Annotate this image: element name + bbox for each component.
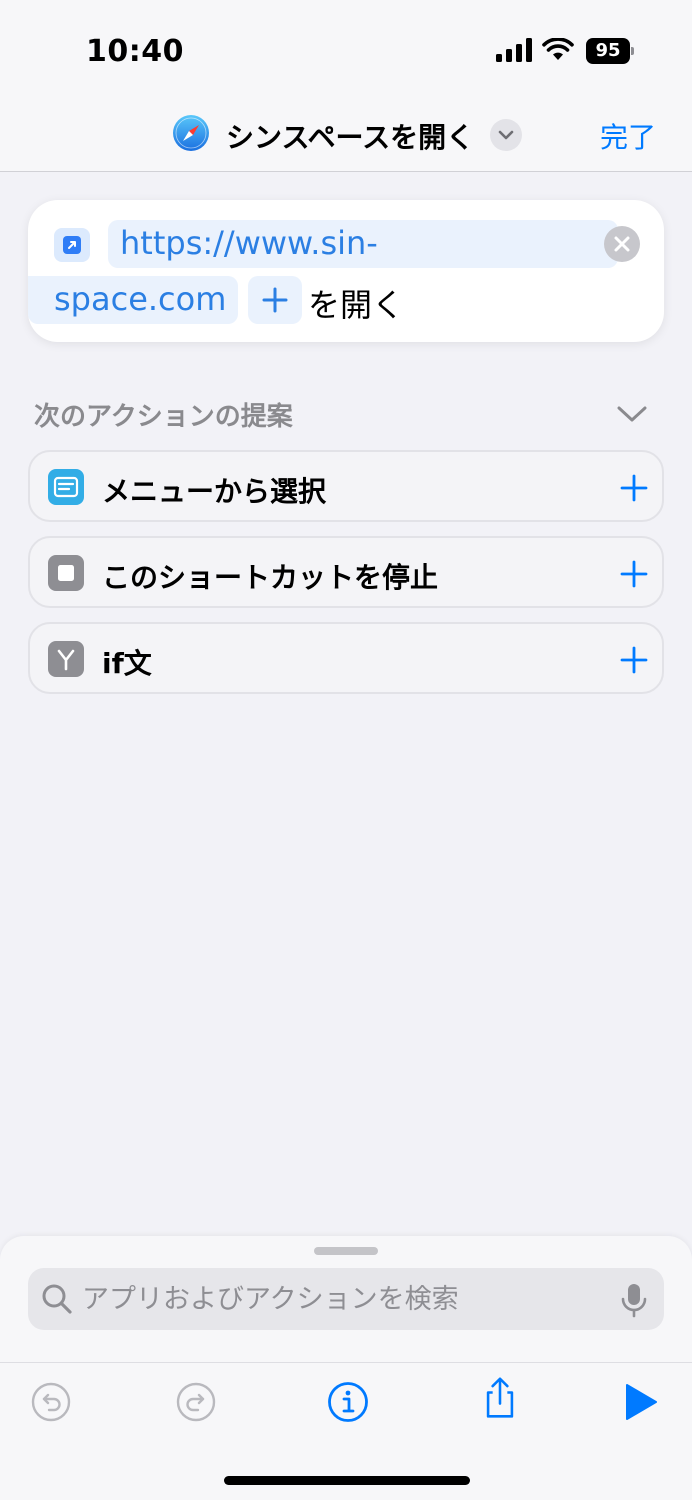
suggestion-label: メニューから選択: [102, 475, 327, 508]
suggestion-if-statement[interactable]: if文: [28, 622, 664, 694]
clear-button[interactable]: [604, 226, 640, 262]
plus-icon[interactable]: [620, 646, 648, 674]
microphone-icon[interactable]: [620, 1282, 648, 1318]
plus-icon: [262, 287, 288, 313]
open-url-action-card[interactable]: https://www.sin- space.com を開く: [28, 200, 664, 342]
status-time: 10:40: [86, 34, 184, 69]
search-bar[interactable]: [28, 1268, 664, 1330]
search-input[interactable]: [82, 1268, 602, 1330]
info-icon[interactable]: [326, 1380, 370, 1424]
search-icon: [42, 1284, 72, 1314]
cellular-signal-icon: [496, 38, 532, 62]
suggestion-label: if文: [102, 647, 152, 680]
battery-icon: 95: [586, 38, 634, 64]
stop-square-icon: [48, 555, 84, 591]
chevron-down-icon: [498, 130, 514, 140]
branch-icon: [48, 641, 84, 677]
toolbar-divider: [0, 1362, 692, 1363]
safari-compass-icon: [173, 115, 209, 151]
battery-level: 95: [586, 38, 630, 64]
open-url-icon: [54, 228, 90, 262]
undo-icon[interactable]: [29, 1380, 73, 1424]
chevron-down-icon[interactable]: [612, 400, 652, 426]
url-text-line1: https://www.sin-: [120, 224, 378, 262]
suggestion-choose-from-menu[interactable]: メニューから選択: [28, 450, 664, 522]
home-indicator: [224, 1476, 470, 1485]
wifi-icon: [542, 38, 574, 60]
suggestion-stop-shortcut[interactable]: このショートカットを停止: [28, 536, 664, 608]
plus-icon[interactable]: [620, 560, 648, 588]
close-icon: [614, 236, 630, 252]
url-text-line2: space.com: [54, 280, 227, 318]
sheet-grabber[interactable]: [314, 1247, 378, 1255]
open-action-label: を開く: [308, 286, 405, 324]
plus-icon[interactable]: [620, 474, 648, 502]
add-variable-button[interactable]: [248, 276, 302, 324]
status-bar: 10:40 95: [0, 0, 692, 100]
nav-bar: シンスペースを開く 完了: [0, 100, 692, 172]
menu-list-icon: [48, 469, 84, 505]
done-button[interactable]: 完了: [600, 116, 656, 156]
suggestion-label: このショートカットを停止: [102, 561, 439, 594]
title-menu-button[interactable]: [490, 119, 522, 151]
redo-icon[interactable]: [174, 1380, 218, 1424]
play-icon[interactable]: [618, 1380, 662, 1424]
suggestions-header: 次のアクションの提案: [34, 402, 293, 432]
action-search-sheet: [0, 1236, 692, 1500]
shortcut-title[interactable]: シンスペースを開く: [226, 116, 474, 156]
share-icon[interactable]: [478, 1376, 522, 1420]
